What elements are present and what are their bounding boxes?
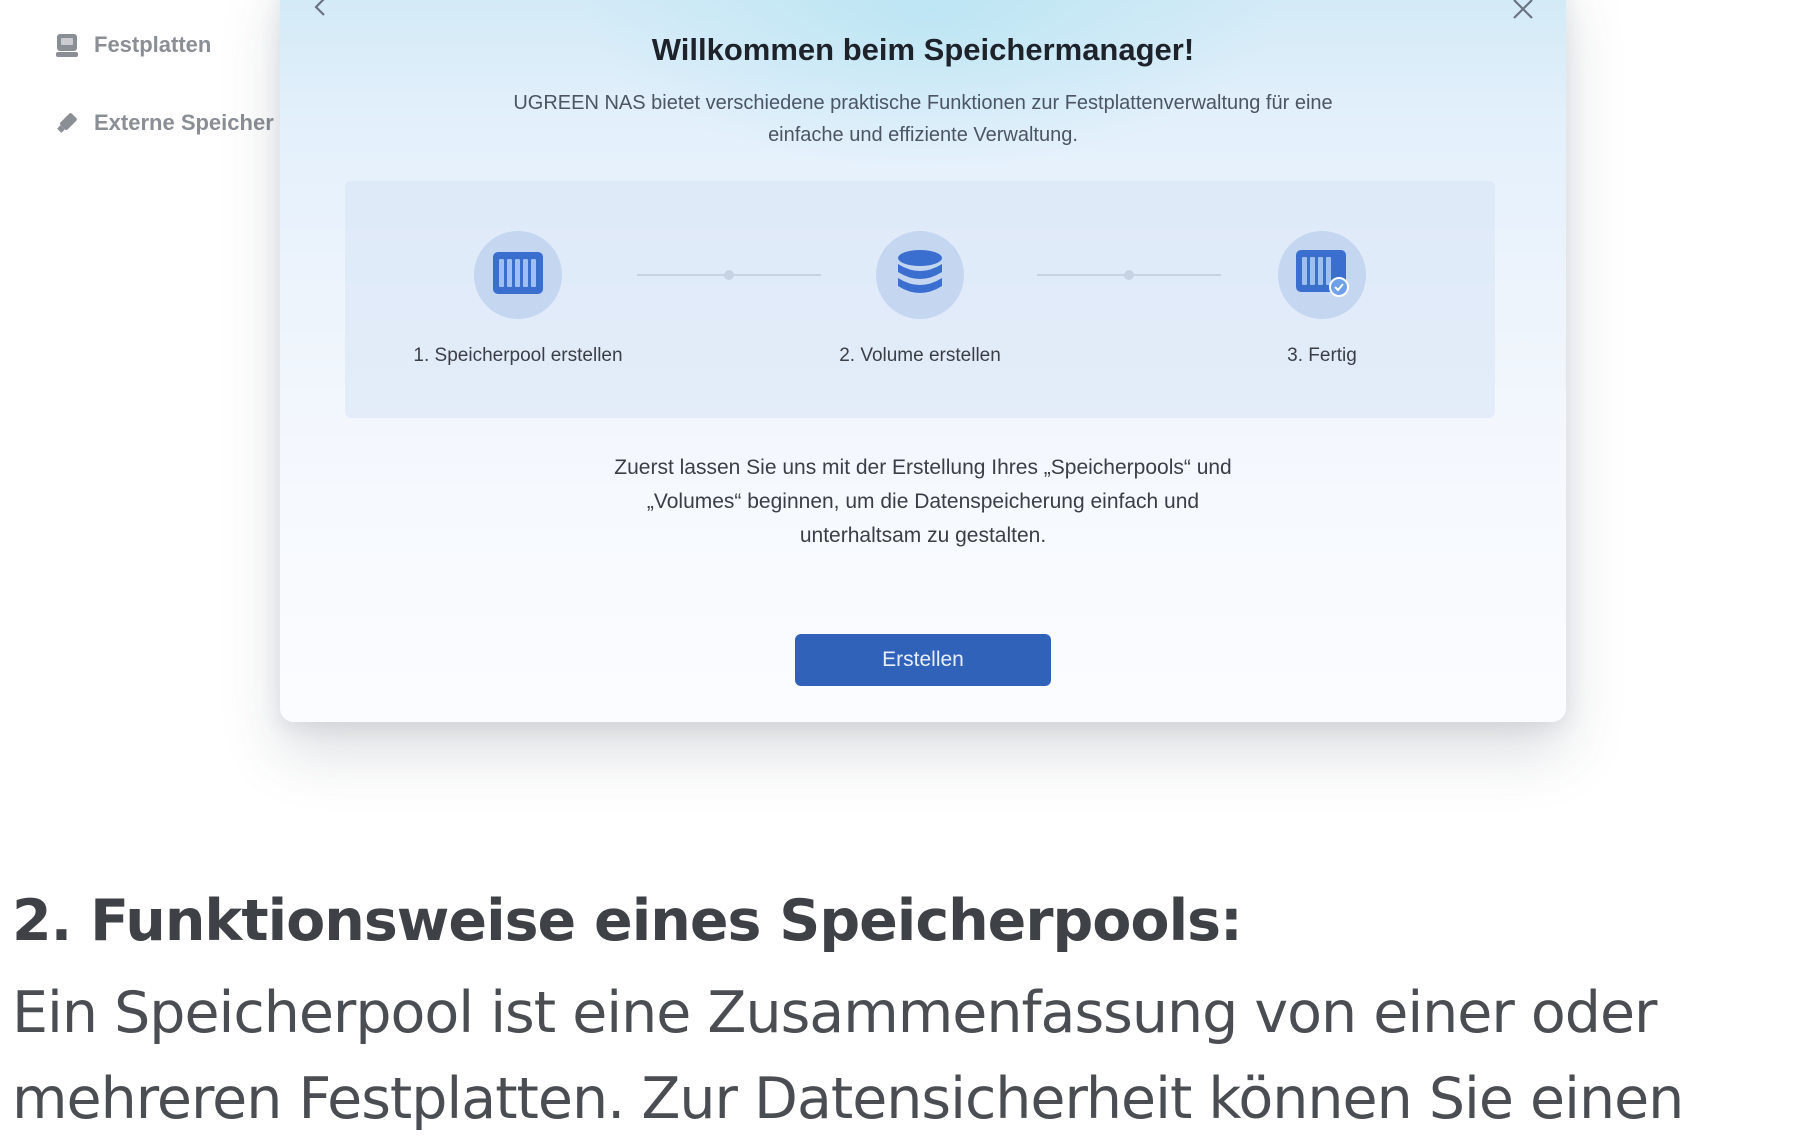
database-icon bbox=[895, 248, 945, 303]
usb-stick-icon bbox=[54, 110, 80, 136]
storage-pool-done-icon bbox=[1295, 249, 1349, 302]
steps-panel: 1. Speicherpool erstellen 2. Volume erst… bbox=[345, 181, 1495, 418]
step-label: 1. Speicherpool erstellen bbox=[413, 345, 623, 366]
section-heading: 2. Funktionsweise eines Speicherpools: bbox=[12, 888, 1243, 954]
storage-pool-icon bbox=[492, 251, 544, 300]
paragraph-line: mehreren Festplatten. Zur Datensicherhei… bbox=[12, 1066, 1684, 1132]
step-label: 3. Fertig bbox=[1287, 345, 1357, 366]
connector-dot bbox=[724, 270, 734, 280]
sidebar-item-festplatten[interactable]: Festplatten bbox=[54, 32, 211, 58]
step-create-volume: 2. Volume erstellen bbox=[790, 231, 1050, 367]
create-button[interactable]: Erstellen bbox=[795, 634, 1051, 686]
step-icon-circle bbox=[474, 231, 562, 319]
subtitle-line: einfache und effiziente Verwaltung. bbox=[768, 124, 1078, 146]
back-chevron-icon[interactable] bbox=[310, 0, 332, 18]
hard-drive-icon bbox=[54, 32, 80, 58]
step-icon-circle bbox=[1278, 231, 1366, 319]
sidebar-item-externe-speicher[interactable]: Externe Speicher bbox=[54, 110, 274, 136]
sidebar-item-label: Festplatten bbox=[94, 32, 212, 57]
sidebar-item-label: Externe Speicher bbox=[94, 110, 274, 135]
description-line: Zuerst lassen Sie uns mit der Erstellung… bbox=[614, 456, 1232, 479]
subtitle-line: UGREEN NAS bietet verschiedene praktisch… bbox=[513, 92, 1333, 114]
step-done: 3. Fertig bbox=[1192, 231, 1452, 367]
dialog-title: Willkommen beim Speichermanager! bbox=[651, 32, 1195, 67]
description-line: „Volumes“ beginnen, um die Datenspeicher… bbox=[646, 490, 1200, 513]
dialog-subtitle: UGREEN NAS bietet verschiedene praktisch… bbox=[450, 87, 1396, 151]
step-icon-circle bbox=[876, 231, 964, 319]
description-line: unterhaltsam zu gestalten. bbox=[799, 524, 1047, 547]
section-paragraph: Ein Speicherpool ist eine Zusammenfassun… bbox=[12, 970, 1802, 1142]
connector-dot bbox=[1124, 270, 1134, 280]
paragraph-line: Ein Speicherpool ist eine Zusammenfassun… bbox=[12, 980, 1657, 1046]
dialog-description: Zuerst lassen Sie uns mit der Erstellung… bbox=[570, 451, 1276, 553]
step-create-pool: 1. Speicherpool erstellen bbox=[388, 231, 648, 367]
close-icon[interactable] bbox=[1510, 0, 1536, 22]
step-label: 2. Volume erstellen bbox=[839, 345, 1001, 366]
welcome-dialog: Willkommen beim Speichermanager! UGREEN … bbox=[280, 0, 1566, 722]
